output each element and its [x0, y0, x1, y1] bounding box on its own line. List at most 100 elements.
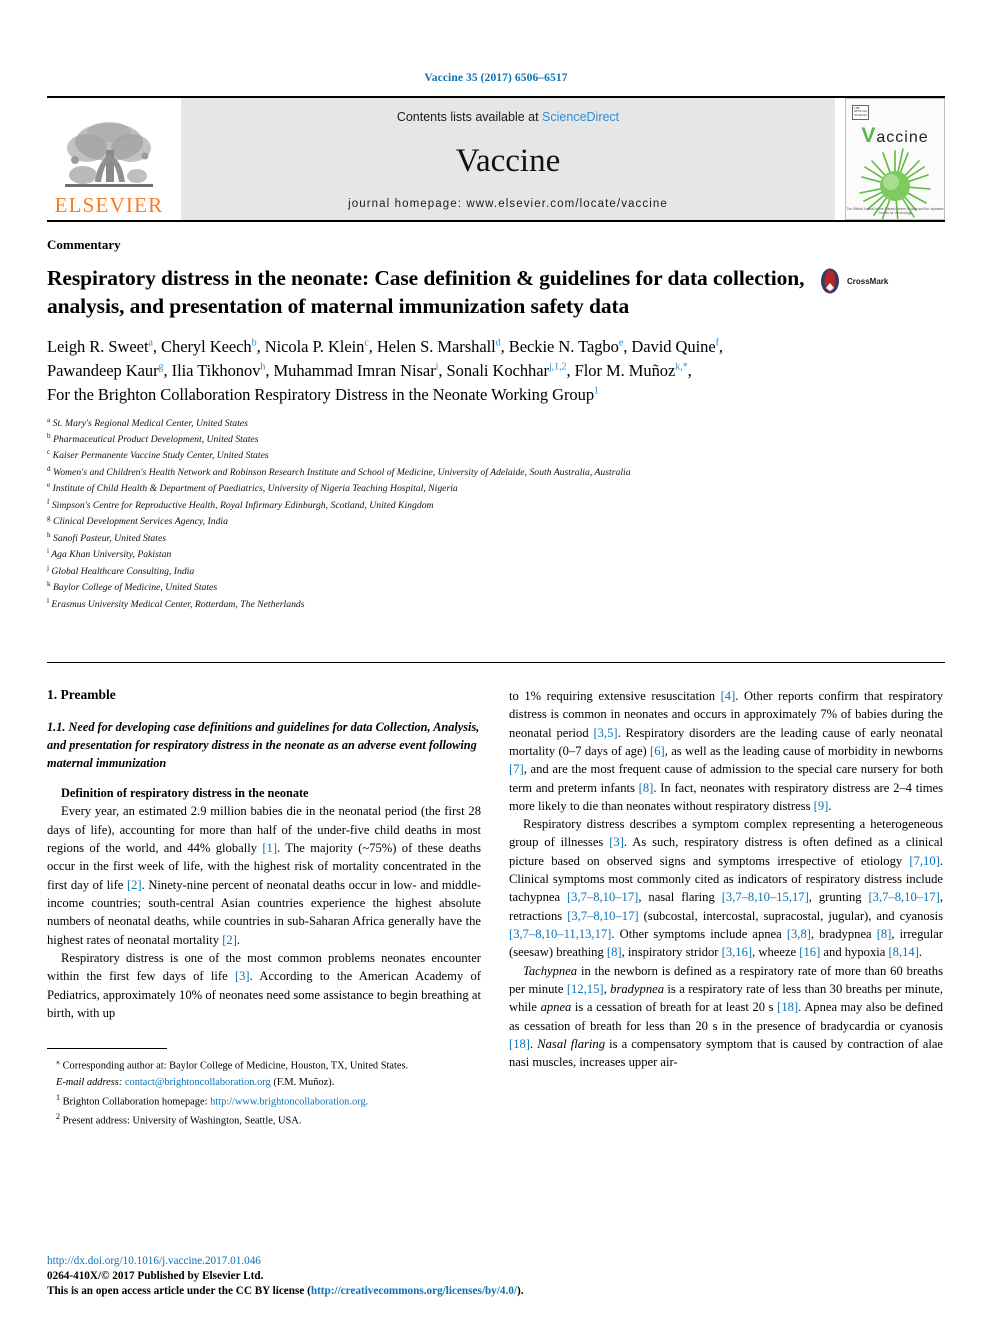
right-paragraph-1: to 1% requiring extensive resuscitation …: [509, 688, 944, 813]
affiliation-item: a St. Mary's Regional Medical Center, Un…: [47, 415, 945, 431]
author-affil-mark: a: [148, 337, 153, 349]
affiliation-mark: d: [47, 464, 51, 473]
affiliation-item: c Kaiser Permanente Vaccine Study Center…: [47, 447, 945, 463]
footnote-block: ⁎ Corresponding author at: Baylor Colleg…: [47, 1056, 481, 1129]
footnote-rule: [47, 1048, 167, 1056]
right-paragraph-2: Respiratory distress describes a symptom…: [509, 817, 944, 960]
cover-title-rest: accine: [876, 129, 929, 146]
copyright-line: 0264-410X/© 2017 Published by Elsevier L…: [47, 1269, 264, 1282]
elsevier-tree-icon: [65, 122, 153, 187]
affiliation-text: Institute of Child Health & Department o…: [52, 483, 458, 495]
crossmark-badge[interactable]: CrossMark: [817, 268, 888, 294]
author-name: Helen S. Marshall: [376, 336, 496, 356]
email-link[interactable]: contact@brightoncollaboration.org: [125, 1077, 271, 1088]
affiliation-mark: i: [47, 547, 49, 556]
sciencedirect-link[interactable]: ScienceDirect: [542, 110, 619, 124]
affiliation-text: Erasmus University Medical Center, Rotte…: [51, 598, 305, 610]
author-line-1: Leigh R. Sweeta, Cheryl Keechb, Nicola P…: [47, 336, 723, 356]
author-name: David Quine: [631, 336, 716, 356]
cover-caption: The Official Journal for the Edward Jenn…: [846, 207, 944, 215]
journal-article-page: Vaccine 35 (2017) 6506–6517 ELSEVIER Con…: [0, 0, 992, 1323]
author-affil-mark: e: [618, 337, 624, 349]
crossmark-label: CrossMark: [847, 276, 889, 286]
journal-title: Vaccine: [455, 142, 561, 179]
page-title: Respiratory distress in the neonate: Cas…: [47, 266, 805, 319]
author-affil-mark: f: [715, 337, 719, 349]
footnote-text: Corresponding author at: Baylor College …: [62, 1060, 409, 1072]
affiliation-item: h Sanofi Pasteur, United States: [47, 530, 945, 546]
title-row: Respiratory distress in the neonate: Cas…: [47, 264, 945, 321]
affiliation-text: Pharmaceutical Product Development, Unit…: [53, 434, 259, 446]
crossmark-icon: [821, 268, 839, 294]
header-body-divider: [47, 661, 945, 663]
body-columns: 1. Preamble 1.1. Need for developing cas…: [47, 687, 945, 1130]
affiliation-mark: e: [47, 481, 51, 490]
contents-prefix: Contents lists available at: [396, 110, 543, 124]
affiliation-text: Sanofi Pasteur, United States: [53, 532, 167, 544]
cover-title: Vaccine: [846, 124, 944, 148]
group-author-name: For the Brighton Collaboration Respirato…: [47, 384, 595, 404]
left-paragraph-2: Respiratory distress is one of the most …: [47, 950, 481, 1020]
author-name: Cheryl Keech: [161, 336, 252, 356]
article-type-label: Commentary: [47, 237, 121, 252]
elsevier-logo: ELSEVIER: [47, 98, 171, 220]
affiliation-item: g Clinical Development Services Agency, …: [47, 513, 945, 529]
journal-homepage-line[interactable]: journal homepage: www.elsevier.com/locat…: [348, 198, 668, 210]
license-prefix: This is an open access article under the…: [47, 1284, 311, 1297]
author-name: Beckie N. Tagbo: [508, 336, 619, 356]
affiliation-mark: g: [47, 514, 51, 523]
author-affil-mark: h: [260, 361, 266, 373]
affiliation-text: Global Healthcare Consulting, India: [51, 565, 195, 577]
right-column: to 1% requiring extensive resuscitation …: [509, 687, 943, 1130]
brighton-homepage-link[interactable]: http://www.brightoncollaboration.org.: [210, 1096, 368, 1107]
footnote-mark: 1: [56, 1092, 60, 1102]
cover-title-initial: V: [861, 124, 877, 147]
affiliation-mark: h: [47, 530, 51, 539]
license-link[interactable]: http://creativecommons.org/licenses/by/4…: [311, 1285, 517, 1297]
author-affil-mark: k,*: [675, 361, 688, 373]
group-author-mark: 1: [594, 385, 599, 397]
affiliation-text: Aga Khan University, Pakistan: [51, 549, 172, 561]
author-name: Flor M. Muñoz: [574, 360, 676, 380]
author-list: Leigh R. Sweeta, Cheryl Keechb, Nicola P…: [47, 335, 945, 407]
footnote-text: Present address: University of Washingto…: [62, 1115, 302, 1127]
affiliation-item: b Pharmaceutical Product Development, Un…: [47, 431, 945, 447]
doi-link[interactable]: http://dx.doi.org/10.1016/j.vaccine.2017…: [47, 1254, 547, 1269]
subsection-heading: 1.1. Need for developing case definition…: [47, 719, 480, 770]
affiliation-text: St. Mary's Regional Medical Center, Unit…: [52, 417, 248, 429]
author-affil-mark: b: [251, 337, 257, 349]
affiliation-item: k Baylor College of Medicine, United Sta…: [47, 579, 945, 595]
footnote-homepage: 1 Brighton Collaboration homepage: http:…: [47, 1092, 481, 1110]
author-affil-mark: i: [435, 361, 439, 373]
section-heading-preamble: 1. Preamble: [47, 686, 116, 702]
affiliation-mark: c: [47, 448, 51, 457]
footnote-label: Brighton Collaboration homepage:: [62, 1096, 208, 1108]
author-name: Muhammad Imran Nisar: [273, 360, 436, 380]
affiliation-item: l Erasmus University Medical Center, Rot…: [47, 596, 945, 612]
affiliation-text: Simpson's Centre for Reproductive Health…: [51, 500, 434, 512]
affiliation-item: j Global Healthcare Consulting, India: [47, 563, 945, 579]
running-head: Vaccine 35 (2017) 6506–6517: [424, 72, 568, 84]
author-affil-mark: d: [495, 337, 501, 349]
footnote-present-address: 2 Present address: University of Washing…: [47, 1111, 481, 1129]
right-paragraph-3: Tachypnea in the newborn is defined as a…: [509, 963, 944, 1070]
elsevier-wordmark: ELSEVIER: [54, 193, 164, 217]
runin-heading-definition: Definition of respiratory distress in th…: [61, 786, 309, 801]
masthead-bottom-rule: [47, 220, 945, 222]
license-suffix: ).: [516, 1284, 524, 1297]
journal-cover-thumbnail: THE OFFICIAL JOURNAL Vaccine The Officia…: [845, 98, 945, 220]
cover-badge-icon: THE OFFICIAL JOURNAL: [852, 105, 869, 120]
affiliation-item: e Institute of Child Health & Department…: [47, 480, 945, 496]
affiliation-mark: l: [47, 596, 49, 605]
contents-available-line: Contents lists available at ScienceDirec…: [397, 110, 619, 124]
page-footer: http://dx.doi.org/10.1016/j.vaccine.2017…: [47, 1254, 547, 1299]
affiliation-text: Kaiser Permanente Vaccine Study Center, …: [52, 450, 269, 462]
author-name: Leigh R. Sweet: [47, 336, 149, 356]
affiliation-text: Clinical Development Services Agency, In…: [53, 516, 228, 528]
masthead-center-panel: Contents lists available at ScienceDirec…: [181, 98, 835, 220]
left-paragraph-1: Every year, an estimated 2.9 million bab…: [47, 804, 482, 947]
journal-masthead: ELSEVIER Contents lists available at Sci…: [47, 96, 945, 220]
author-affil-mark: g: [158, 361, 164, 373]
email-label: E-mail address:: [56, 1077, 123, 1089]
affiliation-mark: j: [47, 563, 49, 572]
